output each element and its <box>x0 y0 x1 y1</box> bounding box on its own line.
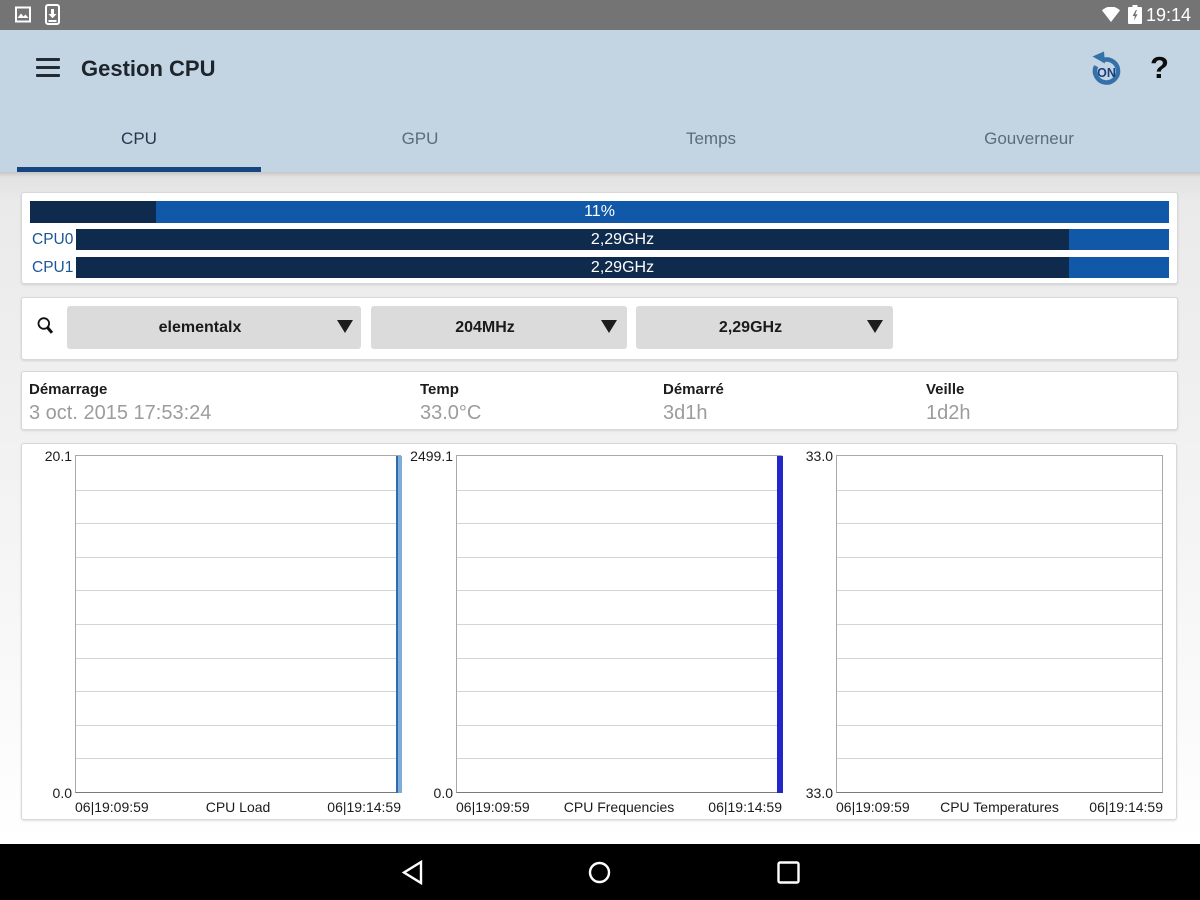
svg-text:ON: ON <box>1097 66 1116 80</box>
